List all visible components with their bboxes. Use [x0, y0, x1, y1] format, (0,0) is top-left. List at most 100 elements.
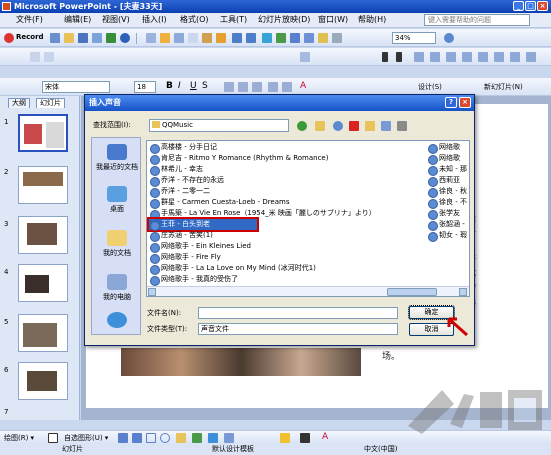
flip-icon[interactable]: [526, 52, 536, 62]
new-folder-icon[interactable]: [365, 121, 375, 131]
pointer-icon[interactable]: [382, 52, 388, 62]
fill-color-icon[interactable]: [280, 433, 290, 443]
font-select[interactable]: 宋体: [42, 81, 110, 93]
help-toolbar-icon[interactable]: [444, 33, 454, 43]
list-item[interactable]: 张韶涵 -: [427, 219, 465, 231]
3d-icon[interactable]: [478, 52, 488, 62]
menu-window[interactable]: 窗口(W): [316, 14, 350, 26]
format-painter-icon[interactable]: [216, 33, 226, 43]
place-recent[interactable]: 我最近的文档: [92, 144, 142, 172]
record-icon[interactable]: [4, 33, 14, 43]
maximize-button[interactable]: □: [525, 1, 536, 11]
list-item[interactable]: 网络歌手 - Ein Kleines Lied: [149, 241, 251, 253]
slide-thumbnail[interactable]: [18, 216, 68, 254]
scroll-right-icon[interactable]: [459, 288, 467, 296]
slide-picture[interactable]: [121, 348, 361, 376]
line-icon[interactable]: [118, 433, 128, 443]
print-preview-icon[interactable]: [146, 33, 156, 43]
align-left-icon[interactable]: [224, 82, 234, 92]
dialog-help-button[interactable]: ?: [445, 97, 457, 108]
up-folder-icon[interactable]: [315, 121, 325, 131]
arrow-style-icon[interactable]: [446, 52, 456, 62]
shadow-icon[interactable]: [462, 52, 472, 62]
slide-thumbnail[interactable]: [18, 264, 68, 302]
open-icon[interactable]: [64, 33, 74, 43]
list-item[interactable]: 网络歌手 - La La Love on My Mind (冰河时代1): [149, 263, 316, 275]
help-search-input[interactable]: 键入需要帮助的问题: [424, 14, 530, 26]
select-pointer-icon[interactable]: [48, 433, 58, 443]
list-item[interactable]: 韧女 - 瑕: [427, 230, 467, 242]
font-color-icon[interactable]: A: [322, 432, 328, 442]
views-icon[interactable]: [381, 121, 391, 131]
menu-tools[interactable]: 工具(T): [218, 14, 249, 26]
ruler-icon[interactable]: [396, 52, 402, 62]
slide-thumbnail[interactable]: [18, 362, 68, 400]
place-my-documents[interactable]: 我的文档: [92, 230, 142, 258]
menu-view[interactable]: 视图(V): [100, 14, 132, 26]
textbox-icon[interactable]: [176, 433, 186, 443]
line-style-icon[interactable]: [414, 52, 424, 62]
clipart-icon[interactable]: [208, 433, 218, 443]
tab-outline[interactable]: 大纲: [8, 98, 30, 108]
place-network[interactable]: [92, 312, 142, 330]
paste-icon[interactable]: [202, 33, 212, 43]
rotate-icon[interactable]: [510, 52, 520, 62]
line-color-icon[interactable]: [300, 433, 310, 443]
scroll-thumb[interactable]: [387, 288, 437, 296]
scroll-left-icon[interactable]: [148, 288, 156, 296]
record-button[interactable]: Record: [16, 33, 44, 41]
zoom-select[interactable]: 34%: [392, 32, 436, 44]
slide-thumbnail[interactable]: [18, 166, 68, 204]
list-item[interactable]: 徐良 - 不: [427, 197, 467, 209]
list-item[interactable]: 网络歌: [427, 142, 460, 154]
shape-icon[interactable]: [300, 52, 310, 62]
minimize-button[interactable]: _: [513, 1, 524, 11]
new-slide-button[interactable]: 新幻灯片(N): [484, 82, 523, 92]
underline-button[interactable]: U: [190, 81, 197, 91]
research-icon[interactable]: [106, 33, 116, 43]
align-center-icon[interactable]: [238, 82, 248, 92]
insert-picture-icon[interactable]: [318, 33, 328, 43]
design-button[interactable]: 设计(S): [418, 82, 442, 92]
menu-file[interactable]: 文件(F): [14, 14, 45, 26]
bullets-icon[interactable]: [282, 82, 292, 92]
list-item[interactable]: 网络歌手 - Fire Fly: [149, 252, 221, 264]
close-button[interactable]: ×: [537, 1, 548, 11]
menu-slideshow[interactable]: 幻灯片放映(D): [256, 14, 312, 26]
align-right-icon[interactable]: [252, 82, 262, 92]
picture-icon[interactable]: [224, 433, 234, 443]
font-color-button[interactable]: A: [300, 81, 306, 91]
delete-icon[interactable]: [349, 121, 359, 131]
list-item[interactable]: 肯尼吉 - Ritmo Y Romance (Rhythm & Romance): [149, 153, 328, 165]
slide-text[interactable]: 场。: [382, 352, 400, 362]
list-item[interactable]: 林希儿 - 幸志: [149, 164, 203, 176]
tools-icon[interactable]: [397, 121, 407, 131]
spelling-icon[interactable]: [160, 33, 170, 43]
align-icon[interactable]: [30, 52, 40, 62]
filename-input[interactable]: [198, 307, 398, 319]
crop-icon[interactable]: [494, 52, 504, 62]
oval-icon[interactable]: [160, 433, 170, 443]
list-item[interactable]: 群星 - Carmen Cuesta-Loeb - Dreams: [149, 197, 290, 209]
list-item[interactable]: 乔洋 - 不存在的永远: [149, 175, 224, 187]
autoshapes-menu[interactable]: 自选图形(U) ▾: [64, 433, 108, 443]
search-web-icon[interactable]: [333, 121, 343, 131]
menu-help[interactable]: 帮助(H): [356, 14, 388, 26]
menu-edit[interactable]: 编辑(E): [62, 14, 93, 26]
menu-format[interactable]: 格式(O): [178, 14, 211, 26]
list-item[interactable]: 未知 - 那: [427, 164, 467, 176]
grid-icon[interactable]: [332, 33, 342, 43]
place-desktop[interactable]: 桌面: [92, 186, 142, 214]
cut-icon[interactable]: [174, 33, 184, 43]
horizontal-scrollbar[interactable]: [147, 286, 469, 296]
shadow-button[interactable]: S: [202, 81, 208, 91]
filetype-select[interactable]: 声音文件: [198, 323, 398, 335]
tab-slides[interactable]: 幻灯片: [36, 98, 65, 108]
lookin-select[interactable]: QQMusic: [149, 119, 289, 132]
chart-icon[interactable]: [262, 33, 272, 43]
arrow-icon[interactable]: [132, 433, 142, 443]
help-icon[interactable]: [120, 33, 130, 43]
list-item[interactable]: 西莉亚: [427, 175, 460, 187]
rectangle-icon[interactable]: [146, 433, 156, 443]
italic-button[interactable]: I: [178, 81, 181, 91]
